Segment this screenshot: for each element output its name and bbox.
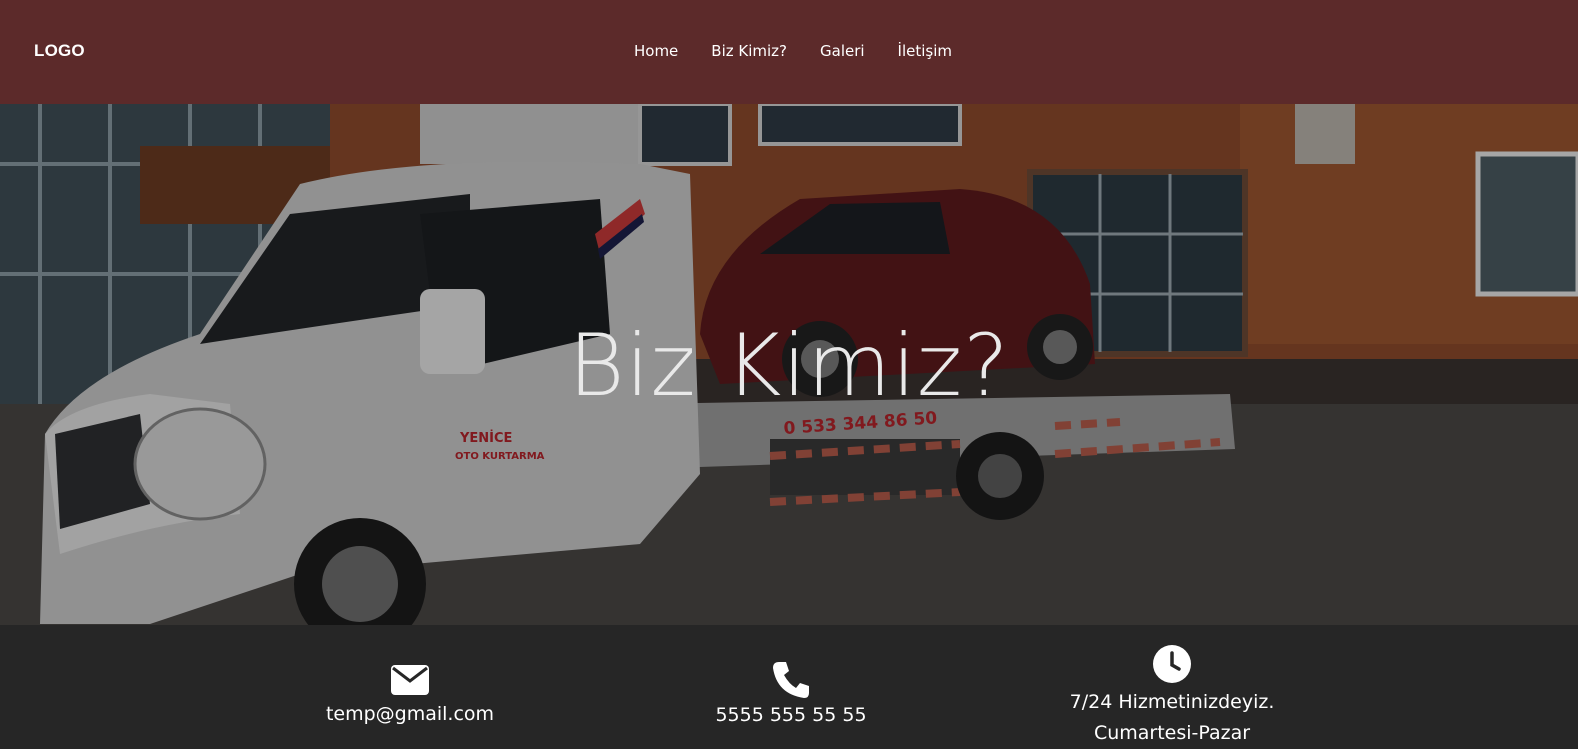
contact-email[interactable]: temp@gmail.com bbox=[250, 663, 570, 730]
contact-hours: 7/24 Hizmetinizdeyiz. Cumartesi-Pazar bbox=[1012, 645, 1332, 749]
nav-link-galeri[interactable]: Galeri bbox=[820, 42, 865, 60]
phone-icon bbox=[773, 662, 809, 698]
contact-phone[interactable]: 5555 555 55 55 bbox=[631, 662, 951, 731]
nav-link-home[interactable]: Home bbox=[634, 42, 678, 60]
contact-hours-line2: Cumartesi-Pazar bbox=[1093, 722, 1251, 744]
nav-link-iletisim[interactable]: İletişim bbox=[898, 42, 952, 60]
main-nav: Home Biz Kimiz? Galeri İletişim bbox=[0, 42, 1578, 60]
envelope-icon bbox=[391, 665, 429, 695]
contact-phone-text[interactable]: 5555 555 55 55 bbox=[631, 700, 951, 731]
clock-icon bbox=[1153, 645, 1191, 683]
navbar: LOGO Home Biz Kimiz? Galeri İletişim bbox=[0, 0, 1578, 104]
contact-bar: temp@gmail.com 5555 555 55 55 7/24 Hizme… bbox=[0, 625, 1578, 749]
contact-hours-line1: 7/24 Hizmetinizdeyiz. bbox=[1069, 691, 1275, 713]
hero-section: YENİCE OTO KURTARMA 0 533 344 86 50 Biz … bbox=[0, 104, 1578, 625]
nav-link-biz-kimiz[interactable]: Biz Kimiz? bbox=[711, 42, 787, 60]
hero-title: Biz Kimiz? bbox=[568, 316, 1010, 416]
contact-email-text[interactable]: temp@gmail.com bbox=[250, 699, 570, 730]
